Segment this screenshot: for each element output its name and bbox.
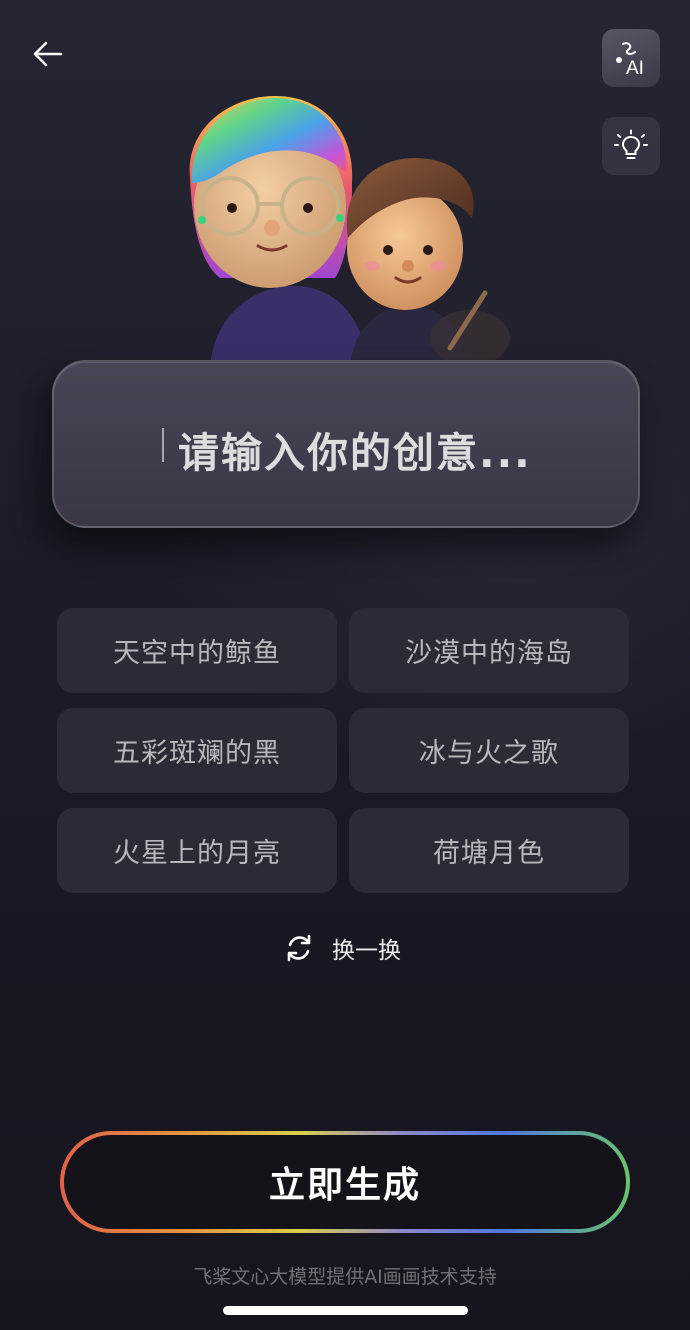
suggestion-chip[interactable]: 沙漠中的海岛: [349, 608, 629, 693]
refresh-icon: [287, 934, 311, 962]
ai-label: AI: [626, 58, 644, 78]
refresh-suggestions-button[interactable]: 换一换: [284, 926, 401, 970]
suggestion-chip[interactable]: 火星上的月亮: [57, 808, 337, 893]
ai-draw-icon: AI: [616, 42, 644, 78]
generate-button-label: 立即生成: [64, 1135, 626, 1229]
lightbulb-icon: [614, 129, 648, 159]
arrow-left-icon: [33, 41, 63, 67]
refresh-label: 换一换: [332, 938, 401, 964]
generate-button[interactable]: 立即生成: [60, 1131, 630, 1233]
ai-draw-button[interactable]: AI: [602, 29, 660, 87]
suggestion-chip[interactable]: 冰与火之歌: [349, 708, 629, 793]
suggestion-chip[interactable]: 天空中的鲸鱼: [57, 608, 337, 693]
suggestion-grid: 天空中的鲸鱼 沙漠中的海岛 五彩斑斓的黑 冰与火之歌 火星上的月亮 荷塘月色: [57, 608, 629, 893]
back-button[interactable]: [28, 36, 68, 72]
text-caret: [162, 428, 164, 462]
suggestion-chip[interactable]: 荷塘月色: [349, 808, 629, 893]
tips-button[interactable]: [602, 117, 660, 175]
powered-by-note: 飞桨文心大模型提供AI画画技术支持: [193, 1266, 497, 1288]
suggestion-chip[interactable]: 五彩斑斓的黑: [57, 708, 337, 793]
prompt-placeholder: 请输入你的创意...: [178, 429, 532, 477]
home-indicator[interactable]: [223, 1306, 468, 1315]
hero-illustration: [160, 88, 540, 370]
prompt-input[interactable]: 请输入你的创意...: [52, 360, 640, 528]
